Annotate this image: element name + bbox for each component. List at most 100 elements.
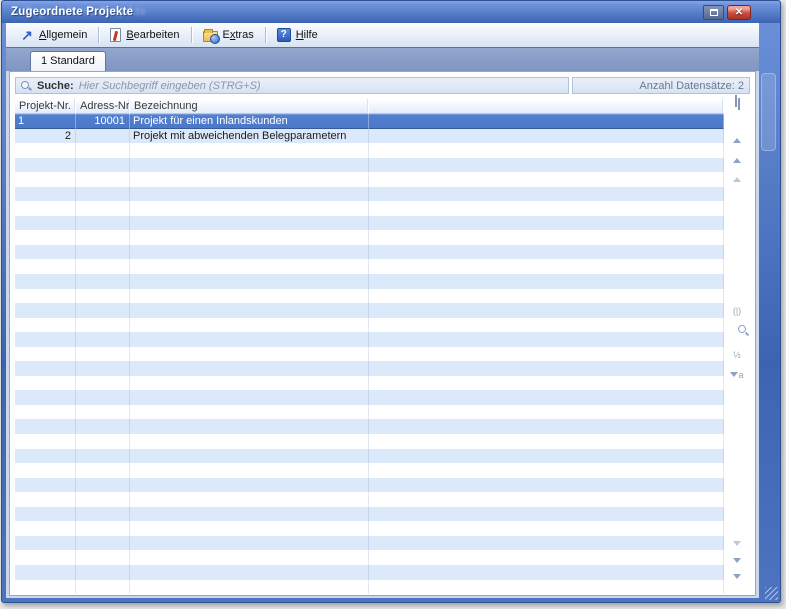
cell — [130, 449, 369, 464]
filter-icon[interactable]: a — [730, 370, 744, 382]
cell — [369, 580, 724, 595]
cell — [369, 565, 724, 580]
cell — [369, 259, 724, 274]
folder-extras-icon — [203, 31, 218, 42]
table-header: Projekt-Nr.Adress-Nr.Bezeichnung — [15, 99, 724, 114]
column-header-projekt-nr[interactable]: Projekt-Nr. — [15, 99, 76, 114]
empty-row — [15, 303, 724, 318]
cell — [15, 259, 76, 274]
cell — [369, 187, 724, 202]
cell — [15, 245, 76, 260]
cell — [76, 463, 130, 478]
empty-row — [15, 434, 724, 449]
tab-standard[interactable]: 1 Standard — [30, 51, 106, 71]
scroll-last-icon[interactable] — [730, 579, 744, 591]
empty-row — [15, 361, 724, 376]
cell — [130, 347, 369, 362]
tab-strip: 1 Standard — [6, 47, 759, 71]
cell — [76, 303, 130, 318]
toolbar-item-label: Hilfe — [296, 29, 318, 41]
search-label: Suche: — [37, 80, 74, 92]
cell — [15, 158, 76, 173]
cell — [130, 478, 369, 493]
column-header-bezeichnung[interactable]: Bezeichnung — [130, 99, 369, 114]
cell — [15, 492, 76, 507]
search-input[interactable]: Suche: Hier Suchbegriff eingeben (STRG+S… — [15, 77, 569, 94]
cell — [15, 347, 76, 362]
cell: Projekt für einen Inlandskunden — [130, 114, 369, 129]
cell — [15, 361, 76, 376]
cell — [130, 390, 369, 405]
window-scrollbar-thumb[interactable] — [761, 73, 776, 151]
resize-grip[interactable] — [765, 587, 778, 600]
cell — [369, 289, 724, 304]
cell — [15, 172, 76, 187]
scroll-first-icon[interactable] — [730, 128, 744, 140]
cell — [76, 245, 130, 260]
cell — [369, 114, 724, 129]
cell — [130, 580, 369, 595]
table-row[interactable]: 2Projekt mit abweichenden Belegparameter… — [15, 129, 724, 144]
scroll-up-alt-icon[interactable] — [730, 167, 744, 179]
cell — [369, 303, 724, 318]
cell — [369, 521, 724, 536]
cell — [369, 492, 724, 507]
cell — [15, 303, 76, 318]
copy-row-icon[interactable] — [730, 99, 744, 111]
scroll-down-alt-icon[interactable] — [730, 546, 744, 558]
cell — [76, 172, 130, 187]
cell — [76, 361, 130, 376]
cell — [369, 419, 724, 434]
cell — [76, 347, 130, 362]
numeric-icon[interactable]: ½ — [730, 350, 744, 362]
column-header-extra[interactable] — [369, 99, 724, 114]
cell — [130, 419, 369, 434]
column-header-adress-nr[interactable]: Adress-Nr. — [76, 99, 130, 114]
search-icon — [21, 80, 32, 91]
close-button[interactable]: ✕ — [727, 5, 751, 20]
empty-row — [15, 390, 724, 405]
cell — [130, 172, 369, 187]
cell — [76, 289, 130, 304]
cell — [369, 390, 724, 405]
cell — [15, 565, 76, 580]
toolbar-item-hilfe[interactable]: ? Hilfe — [273, 26, 322, 44]
toolbar-item-allgemein[interactable]: ↗Allgemein — [16, 27, 91, 44]
toolbar-item-bearbeiten[interactable]: Bearbeiten — [106, 26, 183, 44]
empty-row — [15, 347, 724, 362]
edit-document-icon — [110, 28, 121, 42]
zoom-icon[interactable] — [730, 325, 744, 337]
cell — [15, 318, 76, 333]
empty-row — [15, 550, 724, 565]
cell — [130, 274, 369, 289]
empty-row — [15, 419, 724, 434]
empty-row — [15, 172, 724, 187]
cell — [130, 405, 369, 420]
empty-row — [15, 143, 724, 158]
cell — [15, 521, 76, 536]
cell — [369, 172, 724, 187]
titlebar: Zugeordnete Projekte — [2, 1, 780, 23]
empty-row — [15, 492, 724, 507]
restore-button[interactable] — [703, 5, 724, 20]
cell — [369, 550, 724, 565]
scroll-up-icon[interactable] — [730, 148, 744, 160]
cell — [369, 201, 724, 216]
restore-icon — [710, 9, 718, 16]
cell — [130, 536, 369, 551]
empty-row — [15, 478, 724, 493]
cell — [76, 274, 130, 289]
cell — [76, 580, 130, 595]
toolbar-item-extras[interactable]: Extras — [199, 26, 258, 44]
cell — [130, 230, 369, 245]
empty-row — [15, 230, 724, 245]
fit-column-icon[interactable]: (|) — [730, 306, 744, 318]
empty-row — [15, 449, 724, 464]
cell — [15, 405, 76, 420]
table-body: 110001Projekt für einen Inlandskunden2Pr… — [15, 114, 724, 594]
table-row[interactable]: 110001Projekt für einen Inlandskunden — [15, 114, 724, 129]
empty-row — [15, 580, 724, 595]
cell — [130, 289, 369, 304]
cell: 2 — [15, 129, 76, 144]
help-icon: ? — [277, 28, 291, 42]
